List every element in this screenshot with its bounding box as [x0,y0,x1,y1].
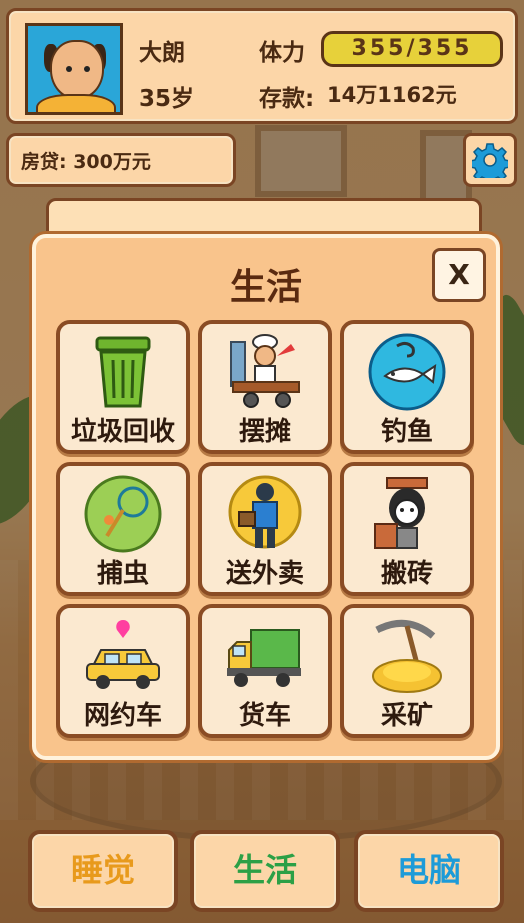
tile-garbage-recycling[interactable]: 垃圾回收 [56,320,190,454]
tile-label: 货车 [238,701,291,731]
tile-label: 垃圾回收 [70,417,175,447]
delivery-rider-icon [228,475,302,549]
player-status-panel: 大朗 35岁 体力 355/355 存款: 14万1162元 [6,8,518,124]
player-avatar[interactable] [25,23,123,115]
tile-brick-moving[interactable]: 搬砖 [340,462,474,596]
nav-sleep-button[interactable]: 睡觉 [28,830,178,912]
taxi-icon [86,620,160,689]
mortgage-panel: 房贷: 300万元 [6,133,236,187]
nav-life-button[interactable]: 生活 [190,830,340,912]
close-button[interactable]: X [432,248,486,302]
life-modal: 生活 X 垃圾回收 摆摊 钓鱼 捕虫 送外卖 搬砖 网约车 货车 采矿 [32,234,500,760]
tile-label: 送外卖 [225,559,304,589]
tile-label: 搬砖 [380,559,433,589]
tile-bug-catching[interactable]: 捕虫 [56,462,190,596]
player-name: 大朗 [139,40,185,66]
tile-label: 摆摊 [238,417,291,447]
tile-food-delivery[interactable]: 送外卖 [198,462,332,596]
tile-mining[interactable]: 采矿 [340,604,474,738]
savings-label: 存款: [259,86,315,112]
tile-street-stall[interactable]: 摆摊 [198,320,332,454]
mortgage-text: 房贷: 300万元 [21,151,151,173]
truck-icon [227,629,301,687]
modal-title: 生活 [229,267,302,308]
gear-icon [472,143,508,178]
stamina-bar: 355/355 [321,31,503,67]
tile-label: 采矿 [380,701,433,731]
brick-carrier-icon [374,477,428,549]
savings-value: 14万1162元 [327,83,457,107]
street-vendor-icon [230,334,300,408]
tile-label: 网约车 [83,701,162,731]
nav-computer-button[interactable]: 电脑 [354,830,504,912]
tile-fishing[interactable]: 钓鱼 [340,320,474,454]
tile-label: 捕虫 [96,559,149,589]
pickaxe-gold-icon [372,619,442,693]
settings-button[interactable] [463,133,517,187]
fish-hook-icon [368,333,446,411]
bug-net-icon [84,475,162,553]
tile-truck[interactable]: 货车 [198,604,332,738]
player-age: 35岁 [139,86,195,112]
tile-label: 钓鱼 [380,417,433,447]
trash-can-icon [95,336,151,408]
stamina-label: 体力 [259,40,305,66]
tile-ride-hailing[interactable]: 网约车 [56,604,190,738]
